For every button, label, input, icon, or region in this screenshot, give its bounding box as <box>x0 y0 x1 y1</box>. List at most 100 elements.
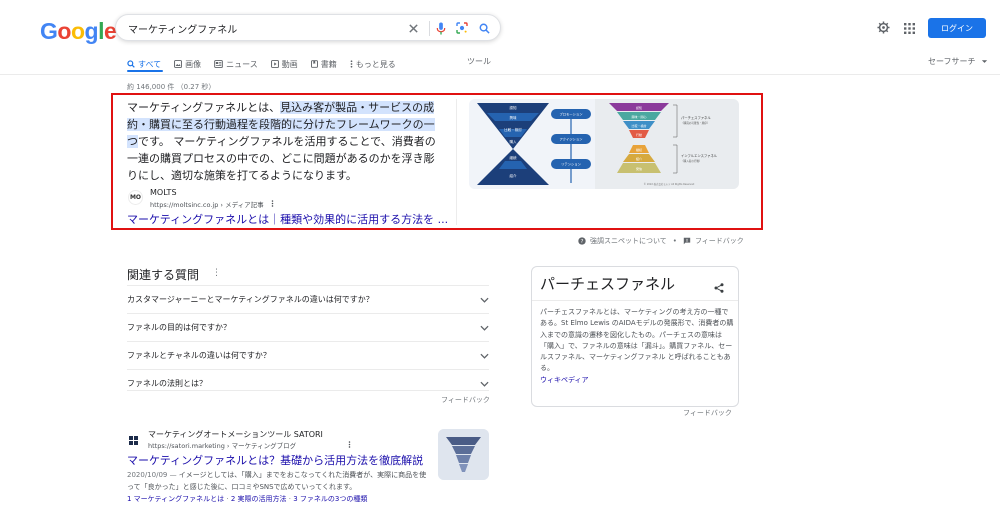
wikipedia-link[interactable]: ウィキペディア <box>540 376 589 384</box>
lens-icon[interactable] <box>455 21 469 35</box>
tab-videos[interactable]: 動画 <box>270 56 298 72</box>
funnel-stage-label: 比較・検討 <box>631 123 646 128</box>
sitelink[interactable]: 2 実際の活用方法 <box>231 495 287 503</box>
side-label: パーチェスファネル <box>681 115 711 120</box>
sitelink[interactable]: 3 ファネルの3つの種類 <box>293 495 367 503</box>
separator-dot: • <box>672 237 677 245</box>
result-url[interactable]: https://satori.marketing › マーケティングブログ <box>148 440 351 450</box>
help-icon: ? <box>578 237 586 245</box>
paa-question[interactable]: カスタマージャーニーとマーケティングファネルの違いは何ですか？ <box>127 285 489 313</box>
safesearch-label: セーフサーチ <box>928 57 976 66</box>
tools-button[interactable]: ツール <box>467 56 491 67</box>
snippet-text-pre: マーケティングファネルとは、 <box>127 101 281 114</box>
side-label: （購買の可能性・順序） <box>681 121 710 125</box>
dropdown-arrow-icon <box>981 60 988 63</box>
funnel-label: 購入 <box>510 139 518 144</box>
google-logo[interactable]: Google <box>40 18 117 45</box>
result-url-text: https://satori.marketing › マーケティングブログ <box>148 442 297 450</box>
more-vert-icon[interactable]: ⋮ <box>212 268 221 278</box>
login-button[interactable]: ログイン <box>928 18 986 38</box>
clear-icon[interactable] <box>406 21 420 35</box>
snippet-text: マーケティングファネルとは、見込み客が製品・サービスの成約・購買に至る行動過程を… <box>127 99 441 184</box>
knowledge-feedback-link[interactable]: フィードバック <box>683 408 732 418</box>
tab-news[interactable]: ニュース <box>214 56 258 72</box>
snippet-image[interactable]: 認知 興味 比較・検討 購入 継続 紹介 プロモーション アクイジション リテン… <box>469 99 739 189</box>
funnel-stage-label: 興味・関心 <box>631 114 646 119</box>
knowledge-title: パーチェスファネル <box>540 275 676 293</box>
search-box <box>115 14 501 41</box>
side-label: （購入者の行動） <box>681 159 702 163</box>
funnel-stage-label: 紹介 <box>636 156 642 161</box>
feedback-link[interactable]: フィードバック <box>695 236 744 246</box>
tab-label: 画像 <box>185 59 202 69</box>
funnel-stage-label: 認知 <box>636 105 642 110</box>
tab-more[interactable]: もっと見る <box>350 56 396 72</box>
chevron-down-icon <box>480 353 489 359</box>
source-favicon: MO <box>128 190 143 205</box>
search-icon[interactable] <box>477 21 491 35</box>
satori-favicon <box>127 432 140 447</box>
settings-icon[interactable] <box>877 19 890 38</box>
mic-icon[interactable] <box>434 21 448 35</box>
feedback-icon <box>683 237 691 245</box>
tab-books[interactable]: 書籍 <box>310 56 337 72</box>
funnel-label: 継続 <box>510 155 518 160</box>
active-tab-indicator <box>127 70 163 72</box>
featured-snippet: マーケティングファネルとは、見込み客が製品・サービスの成約・購買に至る行動過程を… <box>111 93 763 230</box>
search-divider <box>429 21 430 36</box>
sitelink-separator: · <box>224 495 231 503</box>
paa-question-text: カスタマージャーニーとマーケティングファネルの違いは何ですか？ <box>127 295 374 304</box>
sitelink[interactable]: 1 マーケティングファネルとは <box>127 495 224 503</box>
tab-label: もっと見る <box>355 59 396 69</box>
result-sitelinks: 1 マーケティングファネルとは · 2 実際の活用方法 · 3 ファネルの3つの… <box>127 494 367 504</box>
paa-feedback-link[interactable]: フィードバック <box>441 395 490 405</box>
source-name[interactable]: MOLTS <box>150 188 177 197</box>
tab-label: すべて <box>138 59 162 69</box>
book-icon <box>310 60 318 68</box>
safesearch-button[interactable]: セーフサーチ <box>928 56 988 67</box>
paa-title: 関連する質問 <box>127 268 200 282</box>
more-vert-icon[interactable] <box>348 441 351 448</box>
snippet-text-post: です。 マーケティングファネルを活用することで、消費者の一連の購買プロセスの中で… <box>127 135 436 182</box>
flow-label: アクイジション <box>560 137 584 142</box>
logo-letter: o <box>57 18 71 44</box>
paa-question[interactable]: ファネルとチャネルの違いは何ですか？ <box>127 341 489 369</box>
news-icon <box>214 60 223 68</box>
funnel-stage-label: 行動 <box>636 132 642 137</box>
funnel-stage-label: 継続 <box>636 147 642 152</box>
header-divider <box>0 74 1000 75</box>
tab-label: 動画 <box>281 59 298 69</box>
flow-label: プロモーション <box>559 112 583 117</box>
share-icon[interactable] <box>714 278 724 297</box>
snippet-feedback-row: ? 強調スニペットについて • フィードバック <box>578 236 744 246</box>
result-thumbnail[interactable] <box>438 429 489 480</box>
funnel-label: 認知 <box>510 105 518 110</box>
tab-images[interactable]: 画像 <box>174 56 201 72</box>
logo-letter: G <box>40 18 58 44</box>
snippet-title-link[interactable]: マーケティングファネルとは｜種類や効果的に活用する方法を ... <box>127 211 448 227</box>
paa-question-text: ファネルとチャネルの違いは何ですか？ <box>127 351 271 360</box>
tab-label: 書籍 <box>320 59 337 69</box>
paa-divider <box>127 390 489 391</box>
knowledge-text: パーチェスファネルとは、マーケティングの考え方の一種である。St Elmo Le… <box>540 307 734 386</box>
result-site-name[interactable]: マーケティングオートメーションツール SATORI <box>148 429 323 440</box>
search-input[interactable] <box>128 20 398 36</box>
funnel-label: 紹介 <box>510 173 518 178</box>
logo-letter: e <box>103 18 117 44</box>
source-url[interactable]: https://moltsinc.co.jp › メディア記事 <box>150 199 274 209</box>
chevron-down-icon <box>480 325 489 331</box>
paa-question-text: ファネルの目的は何ですか？ <box>127 323 231 332</box>
logo-letter: g <box>84 18 99 44</box>
more-vert-icon[interactable] <box>271 200 274 207</box>
side-label: インフルエンスファネル <box>681 153 718 158</box>
result-description: 2020/10/09 — イメージとしては、「購入」までをおこなってくれた消費者… <box>127 469 432 493</box>
apps-icon[interactable] <box>904 19 915 38</box>
funnel-label: 比較・検討 <box>504 127 522 132</box>
about-snippet-link[interactable]: 強調スニペットについて <box>590 236 667 246</box>
result-title-link[interactable]: マーケティングファネルとは？基礎から活用方法を徹底解説 <box>127 452 423 468</box>
search-icon <box>127 60 135 68</box>
paa-question[interactable]: ファネルの法則とは？ <box>127 369 489 397</box>
paa-question[interactable]: ファネルの目的は何ですか？ <box>127 313 489 341</box>
more-vert-icon <box>350 60 353 68</box>
source-url-text: https://moltsinc.co.jp › メディア記事 <box>150 201 264 209</box>
